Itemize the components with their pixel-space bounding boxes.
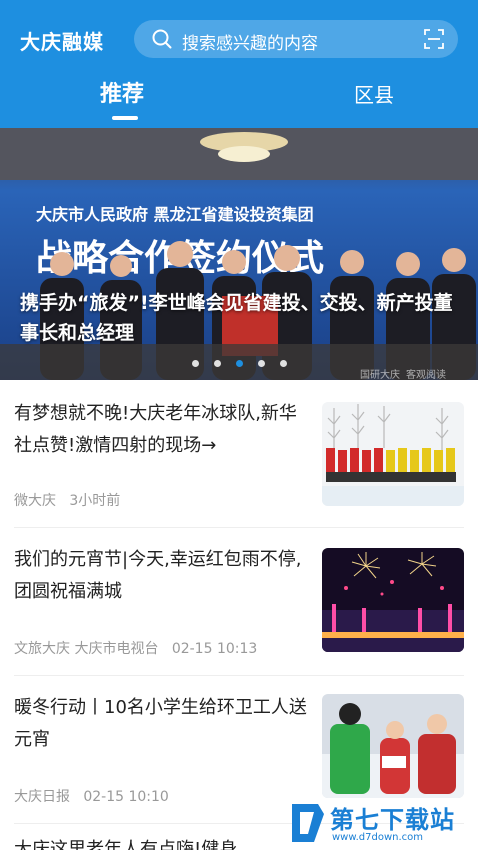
carousel-dot [214, 360, 221, 367]
news-title: 暖冬行动丨10名小学生给环卫工人送元宵 [14, 697, 307, 750]
carousel-dot [258, 360, 265, 367]
news-thumbnail [322, 694, 464, 798]
news-time: 02-15 10:10 [83, 789, 169, 805]
carousel-dot-active [236, 360, 243, 367]
news-source: 大庆日报 [14, 789, 70, 805]
news-time: 02-15 10:13 [171, 641, 258, 657]
tab-recommend[interactable]: 推荐 [100, 76, 144, 108]
app-header: 大庆融媒 搜索感兴趣的内容 推荐 区县 [0, 0, 478, 128]
watermark-url: www.d7down.com [332, 832, 424, 843]
news-meta: 微大庆 3小时前 [14, 490, 120, 510]
news-item[interactable]: 我们的元宵节|今天,幸运红包雨不停,团圆祝福满城 文旅大庆 大庆市电视台 02-… [0, 528, 478, 676]
news-item[interactable]: 有梦想就不晚!大庆老年冰球队,新华社点赞!激情四射的现场→ 微大庆 3小时前 [0, 380, 478, 528]
search-icon [152, 29, 172, 49]
news-meta: 文旅大庆 大庆市电视台 02-15 10:13 [14, 638, 257, 658]
news-title: 有梦想就不晚!大庆老年冰球队,新华社点赞!激情四射的现场→ [14, 403, 297, 456]
carousel-dot [280, 360, 287, 367]
scan-icon[interactable] [424, 29, 444, 49]
banner-caption: 携手办“旅发”!李世峰会见省建投、交投、新产投董事长和总经理 [20, 292, 453, 344]
watermark-text: 第七下载站 [330, 806, 455, 834]
tab-indicator [112, 116, 138, 120]
backdrop-line1: 大庆市人民政府 黑龙江省建设投资集团 [36, 205, 314, 224]
news-title: 我们的元宵节|今天,幸运红包雨不停,团圆祝福满城 [14, 549, 302, 602]
news-time: 3小时前 [69, 493, 121, 509]
news-thumbnail [322, 402, 464, 506]
news-title: 大庆这里老年人有点嗨!健身 [14, 839, 238, 850]
site-watermark: 第七下载站 www.d7down.com [288, 798, 478, 850]
banner-carousel[interactable]: 大庆市人民政府 黑龙江省建设投资集团 战略合作签约仪式 携手办“旅发”!李世峰会… [0, 128, 478, 380]
banner-sign-text: 客观阅读 [406, 370, 446, 380]
search-bar[interactable]: 搜索感兴趣的内容 [134, 20, 458, 58]
search-placeholder: 搜索感兴趣的内容 [182, 34, 318, 54]
carousel-dot [192, 360, 199, 367]
tab-districts[interactable]: 区县 [354, 79, 394, 108]
news-source: 文旅大庆 大庆市电视台 [14, 641, 159, 657]
carousel-dots [192, 360, 292, 370]
banner-sign-text: 国研大庆 [360, 370, 400, 380]
news-meta: 大庆日报 02-15 10:10 [14, 786, 169, 806]
app-logo: 大庆融媒 [20, 30, 104, 54]
watermark-logo-icon [292, 804, 324, 842]
news-source: 微大庆 [14, 493, 56, 509]
news-thumbnail [322, 548, 464, 652]
